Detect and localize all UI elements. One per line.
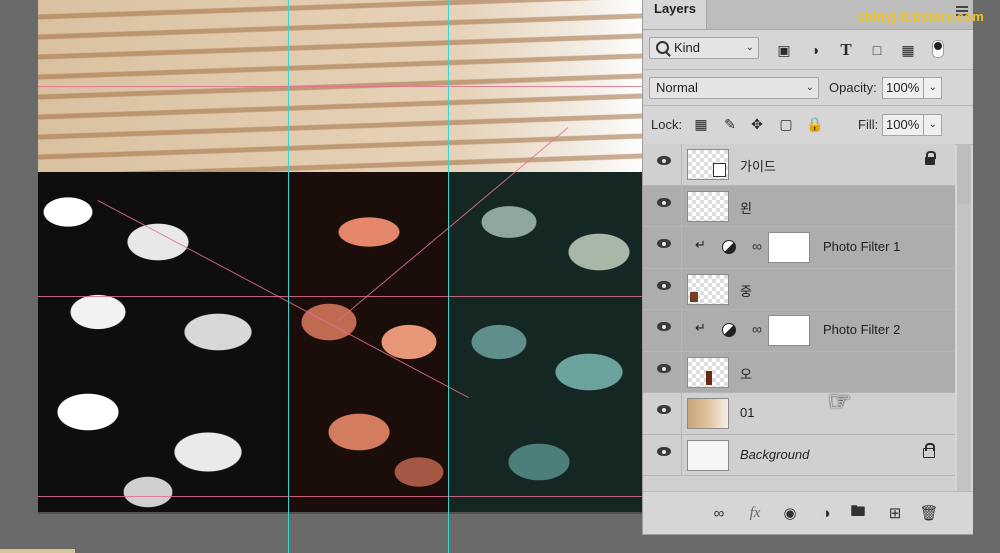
image-filter-icon[interactable]: ▣	[775, 41, 793, 59]
path-line	[38, 496, 642, 497]
visibility-eye-icon[interactable]	[657, 446, 671, 456]
layer-row[interactable]: 중	[643, 268, 955, 310]
layer-row[interactable]: 왼	[643, 185, 955, 227]
layer-thumbnail	[687, 149, 729, 180]
mask-icon[interactable]: ◉	[781, 504, 799, 522]
shape-filter-icon[interactable]: □	[868, 41, 886, 59]
layer-row[interactable]: ↵ ∞ Photo Filter 1	[643, 227, 955, 269]
layer-name[interactable]: 중	[740, 281, 752, 300]
chevron-down-icon: ⌄	[805, 82, 814, 93]
visibility-eye-icon[interactable]	[657, 197, 671, 207]
type-filter-icon[interactable]: T	[837, 40, 855, 59]
filter-row: Kind ⌄ ▣ ◑ T □ ▦	[643, 30, 974, 70]
filter-toggle-switch[interactable]	[932, 40, 944, 58]
document-canvas[interactable]	[38, 0, 642, 512]
visibility-eye-icon[interactable]	[657, 156, 671, 165]
link-chain-icon[interactable]: ∞	[752, 321, 762, 337]
hand-cursor-icon: ☞	[828, 386, 852, 416]
filter-kind-select[interactable]: Kind ⌄	[649, 37, 759, 59]
layer-row[interactable]: Background	[643, 434, 955, 476]
fill-label: Fill:	[858, 117, 879, 132]
layer-name[interactable]: 오	[740, 364, 752, 383]
link-chain-icon[interactable]: ∞	[752, 238, 762, 254]
layer-thumbnail	[687, 356, 729, 388]
workspace-edge	[973, 0, 1000, 553]
new-layer-icon[interactable]: ⊞	[886, 504, 904, 522]
layer-name[interactable]: 가이드	[740, 156, 776, 175]
chevron-down-icon: ⌄	[745, 42, 754, 53]
layer-row[interactable]: 01	[643, 393, 955, 435]
lock-icon	[925, 151, 936, 165]
trash-icon[interactable]: 🗑	[919, 504, 938, 522]
fx-icon[interactable]: fx	[746, 504, 764, 522]
tab-layers[interactable]: Layers	[643, 0, 707, 29]
lock-pixels-icon[interactable]: ▦	[692, 115, 710, 133]
fill-input[interactable]: 100% ⌄	[882, 114, 942, 136]
layer-name[interactable]: Photo Filter 2	[823, 322, 900, 337]
layer-name[interactable]: Photo Filter 1	[823, 239, 900, 254]
watermark-text: shinyj-it.tistory.com	[857, 9, 984, 24]
layer-thumbnail	[687, 439, 729, 471]
adjustment-layer-icon[interactable]	[722, 240, 736, 254]
visibility-eye-icon[interactable]	[657, 405, 671, 414]
tab-layers-label: Layers	[654, 1, 696, 16]
blend-row: Normal ⌄ Opacity: 100% ⌄	[643, 70, 974, 106]
coffee-beans-orange-image	[289, 172, 449, 512]
layer-thumbnail	[687, 273, 729, 305]
search-icon	[656, 41, 669, 54]
lock-icon	[923, 442, 935, 458]
layer-list[interactable]: 가이드 왼 ↵ ∞ Photo Filter 1 중 ↵ ∞ Photo Fil…	[643, 144, 955, 492]
layer-row[interactable]: ↵ ∞ Photo Filter 2	[643, 310, 955, 352]
panel-footer: ∞ fx ◉ ◑ 🖿 ⊞ 🗑	[643, 491, 974, 534]
visibility-eye-icon[interactable]	[657, 322, 671, 331]
lock-all-icon[interactable]: 🔒	[806, 115, 824, 133]
layer-mask-thumbnail[interactable]	[768, 232, 810, 263]
opacity-label: Opacity:	[829, 80, 877, 95]
layer-name[interactable]: 01	[740, 405, 754, 420]
blend-mode-value: Normal	[656, 80, 698, 95]
status-tab	[0, 549, 75, 553]
clipping-arrow-icon: ↵	[695, 237, 706, 252]
path-line	[38, 86, 642, 87]
path-line	[38, 296, 642, 297]
layer-row[interactable]: 오	[643, 351, 955, 393]
lock-row: Lock: ▦ ✎ ✥ ▢ 🔒 Fill: 100% ⌄	[643, 106, 974, 145]
chevron-down-icon[interactable]: ⌄	[929, 78, 937, 98]
layer-mask-thumbnail[interactable]	[768, 315, 810, 346]
blend-mode-select[interactable]: Normal ⌄	[649, 77, 819, 99]
adjustment-icon[interactable]: ◑	[817, 504, 835, 522]
coffee-beans-grayscale-image	[38, 172, 289, 512]
lock-artboard-icon[interactable]: ▢	[777, 115, 795, 133]
layer-name[interactable]: 왼	[740, 198, 752, 217]
fill-value: 100%	[886, 117, 920, 132]
layers-panel: Layers Kind ⌄ ▣ ◑ T □ ▦ Normal ⌄ Opacity…	[642, 0, 975, 535]
adjustment-layer-icon[interactable]	[722, 323, 736, 337]
chevron-down-icon[interactable]: ⌄	[929, 115, 937, 135]
coffee-beans-teal-image	[449, 172, 642, 512]
filter-kind-value: Kind	[674, 40, 701, 55]
lock-image-icon[interactable]: ✎	[721, 115, 739, 133]
opacity-value: 100%	[886, 80, 920, 95]
lock-position-icon[interactable]: ✥	[748, 115, 766, 133]
layer-thumbnail	[687, 190, 729, 222]
scrollbar-thumb[interactable]	[957, 144, 971, 204]
smart-filter-icon[interactable]: ▦	[899, 41, 917, 59]
adjustment-filter-icon[interactable]: ◑	[806, 41, 824, 59]
folder-icon[interactable]: 🖿	[849, 503, 867, 522]
opacity-input[interactable]: 100% ⌄	[882, 77, 942, 99]
layer-name[interactable]: Background	[740, 447, 809, 462]
vertical-guide[interactable]	[448, 0, 449, 553]
lock-label: Lock:	[651, 117, 683, 132]
vertical-guide[interactable]	[288, 0, 289, 553]
layer-thumbnail	[687, 398, 729, 429]
visibility-eye-icon[interactable]	[657, 280, 671, 290]
layer-row[interactable]: 가이드	[643, 144, 955, 186]
smart-object-icon	[713, 163, 726, 177]
link-icon[interactable]: ∞	[710, 504, 728, 522]
clipping-arrow-icon: ↵	[695, 320, 706, 335]
visibility-eye-icon[interactable]	[657, 363, 671, 373]
visibility-eye-icon[interactable]	[657, 239, 671, 248]
